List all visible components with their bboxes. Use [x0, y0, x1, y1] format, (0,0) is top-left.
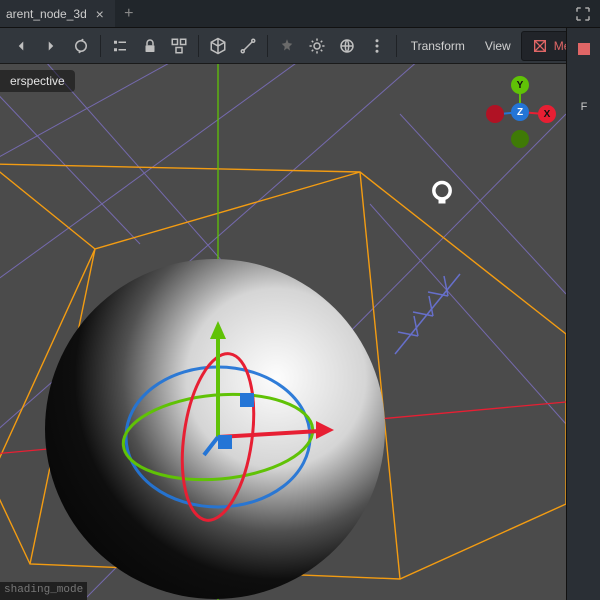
separator [267, 35, 268, 57]
right-panel-tab-2[interactable]: F [567, 90, 600, 124]
axis-orientation-gizmo[interactable]: Y X Z [480, 74, 560, 154]
transform-menu[interactable]: Transform [401, 31, 475, 61]
viewport-toolbar: Transform View Mesh [0, 28, 600, 64]
light-indicator-icon[interactable] [428, 179, 456, 210]
right-dock: F [566, 28, 600, 600]
view-menu[interactable]: View [475, 31, 521, 61]
forward-arrow-icon[interactable] [36, 31, 66, 61]
separator [100, 35, 101, 57]
3d-viewport[interactable]: erspective [0, 64, 566, 600]
axis-z-handle[interactable]: Z [511, 103, 529, 121]
axis-y-handle[interactable]: Y [511, 76, 529, 94]
scene-tab[interactable]: arent_node_3d × [0, 0, 115, 27]
refresh-circle-icon[interactable] [66, 31, 96, 61]
sun-icon[interactable] [302, 31, 332, 61]
mesh-icon [532, 38, 548, 54]
globe-icon[interactable] [332, 31, 362, 61]
fullscreen-icon[interactable] [574, 5, 592, 23]
lock-icon[interactable] [135, 31, 165, 61]
separator [198, 35, 199, 57]
separator [396, 35, 397, 57]
cube-icon[interactable] [203, 31, 233, 61]
add-tab-button[interactable]: + [115, 0, 143, 27]
axis-neg-x-handle[interactable] [486, 105, 504, 123]
particles-icon[interactable] [272, 31, 302, 61]
axis-neg-y-handle[interactable] [511, 130, 529, 148]
skeleton-icon[interactable] [233, 31, 263, 61]
axis-x-handle[interactable]: X [538, 105, 556, 123]
group-icon[interactable] [164, 31, 194, 61]
projection-badge[interactable]: erspective [0, 70, 75, 92]
transform-gizmo[interactable] [100, 309, 360, 569]
tab-title: arent_node_3d [6, 7, 87, 21]
list-icon[interactable] [105, 31, 135, 61]
scene-tabs: arent_node_3d × + [0, 0, 600, 28]
viewport-status: shading_mode [0, 582, 87, 600]
right-panel-tab-1[interactable] [567, 32, 600, 66]
back-arrow-icon[interactable] [6, 31, 36, 61]
kebab-menu-icon[interactable] [362, 31, 392, 61]
close-icon[interactable]: × [93, 7, 107, 21]
